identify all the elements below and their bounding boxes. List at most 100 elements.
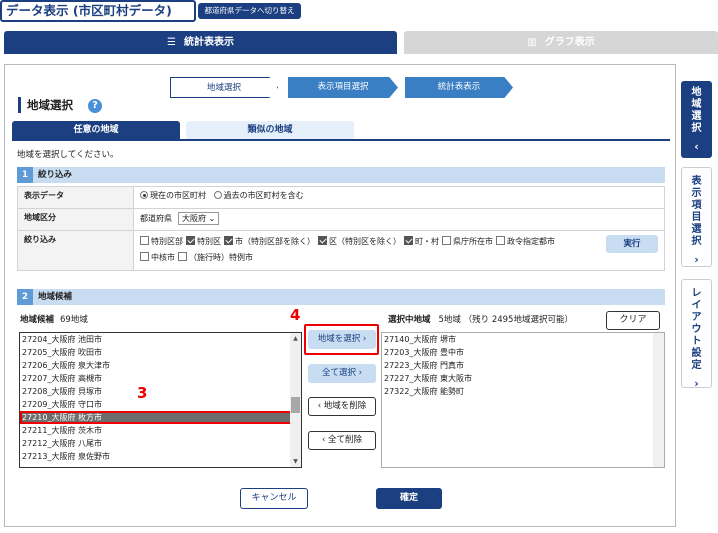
instruction-text: 地域を選択してください。 (17, 150, 119, 160)
side-tab-layout[interactable]: レイアウト設定 › (681, 279, 712, 390)
side-tab-item-select[interactable]: 表示項目選択 › (681, 167, 712, 267)
checkbox[interactable] (496, 236, 505, 245)
checkbox[interactable] (186, 236, 195, 245)
clear-button[interactable]: クリア (606, 311, 660, 330)
chevron-left-icon: ‹ (694, 140, 699, 153)
selected-scrollbar[interactable] (653, 333, 664, 467)
tab-underline (12, 139, 670, 141)
checkbox-label: 町・村 (415, 237, 439, 246)
tab-graph[interactable]: ▥ グラフ表示 (404, 31, 718, 54)
radio-button[interactable] (140, 191, 148, 199)
switch-to-prefecture-button[interactable]: 都道府県データへ切り替え (198, 3, 301, 19)
display-data-options: 現在の市区町村 過去の市区町村を含む (133, 186, 665, 209)
radio-current[interactable]: 現在の市区町村 (140, 191, 206, 200)
remove-all-button[interactable]: ‹ 全て削除 (308, 431, 376, 450)
radio-past-label: 過去の市区町村を含む (223, 191, 304, 200)
list-item[interactable]: 27206_大阪府 泉大津市 (20, 359, 301, 372)
list-item[interactable]: 27212_大阪府 八尾市 (20, 437, 301, 450)
checkbox[interactable] (140, 236, 149, 245)
checkbox[interactable] (178, 252, 187, 261)
candidate-list[interactable]: 27204_大阪府 池田市 27205_大阪府 吹田市 27206_大阪府 泉大津市… (19, 332, 302, 468)
tab-statistics-table[interactable]: ☰ 統計表表示 (4, 31, 397, 54)
cancel-button[interactable]: キャンセル (240, 488, 308, 509)
list-item[interactable]: 27213_大阪府 泉佐野市 (20, 450, 301, 463)
tab-similar-area[interactable]: 類似の地域 (186, 121, 354, 139)
candidates-section-title: 地域候補 (38, 292, 73, 302)
selected-count: 5地域 （残り 2495地域選択可能） (438, 315, 573, 325)
candidates-count: 69地域 (60, 315, 88, 325)
checkbox-item[interactable]: 特別区 (186, 236, 221, 246)
list-item[interactable]: 27209_大阪府 守口市 (20, 398, 301, 411)
scroll-thumb[interactable] (291, 397, 300, 413)
list-item[interactable]: 27211_大阪府 茨木市 (20, 424, 301, 437)
remove-area-button[interactable]: ‹ 地域を削除 (308, 397, 376, 416)
checkbox-label: 政令指定都市 (507, 237, 555, 246)
selected-list[interactable]: 27140_大阪府 堺市 27203_大阪府 豊中市 27223_大阪府 門真市 27… (381, 332, 665, 468)
add-all-button[interactable]: 全て選択 › (308, 364, 376, 383)
list-item[interactable]: 27140_大阪府 堺市 (382, 333, 664, 346)
list-item[interactable]: 27203_大阪府 豊中市 (382, 346, 664, 359)
side-tab-label: レイアウト設定 (691, 288, 702, 371)
radio-current-label: 現在の市区町村 (150, 191, 206, 200)
list-item[interactable]: 27223_大阪府 門真市 (382, 359, 664, 372)
checkbox[interactable] (224, 236, 233, 245)
tab-any-area[interactable]: 任意の地域 (12, 121, 180, 139)
checkbox-item[interactable]: 特別区部 (140, 236, 183, 246)
scroll-down-arrow-icon[interactable]: ▼ (290, 456, 301, 467)
side-tab-label: 地域選択 (691, 87, 702, 134)
help-icon[interactable]: ? (88, 99, 102, 113)
checkbox-item[interactable]: （施行時）特例市 (178, 252, 253, 262)
section-number: 1 (17, 167, 33, 183)
region-options: 都道府県 大阪府 ⌄ (133, 208, 665, 231)
checkbox-item[interactable]: 県庁所在市 (442, 236, 493, 246)
prefecture-select[interactable]: 大阪府 ⌄ (178, 212, 220, 225)
execute-button[interactable]: 実行 (606, 235, 658, 253)
list-item[interactable]: 27208_大阪府 貝塚市 (20, 385, 301, 398)
checkbox-label: 特別区 (197, 237, 221, 246)
checkbox-label: 県庁所在市 (453, 237, 493, 246)
list-icon: ☰ (167, 37, 176, 48)
checkbox[interactable] (140, 252, 149, 261)
prefecture-label: 都道府県 (140, 214, 172, 223)
radio-past[interactable]: 過去の市区町村を含む (213, 191, 304, 200)
list-item[interactable]: 27210_大阪府 枚方市 (20, 411, 301, 424)
list-item[interactable]: 27207_大阪府 高槻市 (20, 372, 301, 385)
step-area-select: 地域選択 (170, 77, 278, 98)
candidates-section-header: 2 地域候補 (17, 289, 665, 305)
candidates-label: 地域候補 (20, 315, 55, 325)
page-title: データ表示 (市区町村データ) (0, 0, 196, 22)
scroll-up-arrow-icon[interactable]: ▲ (290, 333, 301, 344)
narrow-label: 絞り込み (17, 230, 134, 271)
checkbox-label: （施行時）特例市 (189, 253, 253, 262)
filter-table: 表示データ 現在の市区町村 過去の市区町村を含む 地域区分 都道府県 大阪府 ⌄ … (17, 186, 665, 271)
checkbox-label: 中核市 (151, 253, 175, 262)
filter-section-title: 絞り込み (38, 170, 73, 180)
radio-button[interactable] (213, 191, 222, 199)
tab-graph-label: グラフ表示 (544, 37, 595, 48)
checkbox-item[interactable]: 政令指定都市 (496, 236, 555, 246)
list-item[interactable]: 27205_大阪府 吹田市 (20, 346, 301, 359)
checkbox-row: 中核市 （施行時）特例市 (140, 250, 658, 266)
checkbox-item[interactable]: 町・村 (404, 236, 439, 246)
display-data-label: 表示データ (17, 186, 134, 209)
checkbox-item[interactable]: 中核市 (140, 252, 175, 262)
checkbox[interactable] (404, 236, 413, 245)
list-item[interactable]: 27322_大阪府 能勢町 (382, 385, 664, 398)
filter-section-header: 1 絞り込み (17, 167, 665, 183)
selected-header: 選択中地域 5地域 （残り 2495地域選択可能） (388, 313, 573, 325)
section-title: 地域選択 (18, 97, 73, 113)
checkbox-item[interactable]: 市（特別区部を除く） (224, 236, 315, 246)
checkbox[interactable] (318, 236, 327, 245)
checkbox-label: 区（特別区を除く） (329, 237, 401, 246)
side-tab-area-select[interactable]: 地域選択 ‹ (681, 81, 712, 158)
confirm-button[interactable]: 確定 (376, 488, 442, 509)
checkbox-item[interactable]: 区（特別区を除く） (318, 236, 401, 246)
chevron-right-icon: › (694, 253, 699, 266)
step-table-display: 統計表表示 (405, 77, 513, 98)
checkbox-label: 市（特別区部を除く） (235, 237, 315, 246)
list-item[interactable]: 27204_大阪府 池田市 (20, 333, 301, 346)
list-item[interactable]: 27227_大阪府 東大阪市 (382, 372, 664, 385)
step-item-select: 表示項目選択 (288, 77, 398, 98)
selected-label: 選択中地域 (388, 315, 431, 325)
checkbox[interactable] (442, 236, 451, 245)
